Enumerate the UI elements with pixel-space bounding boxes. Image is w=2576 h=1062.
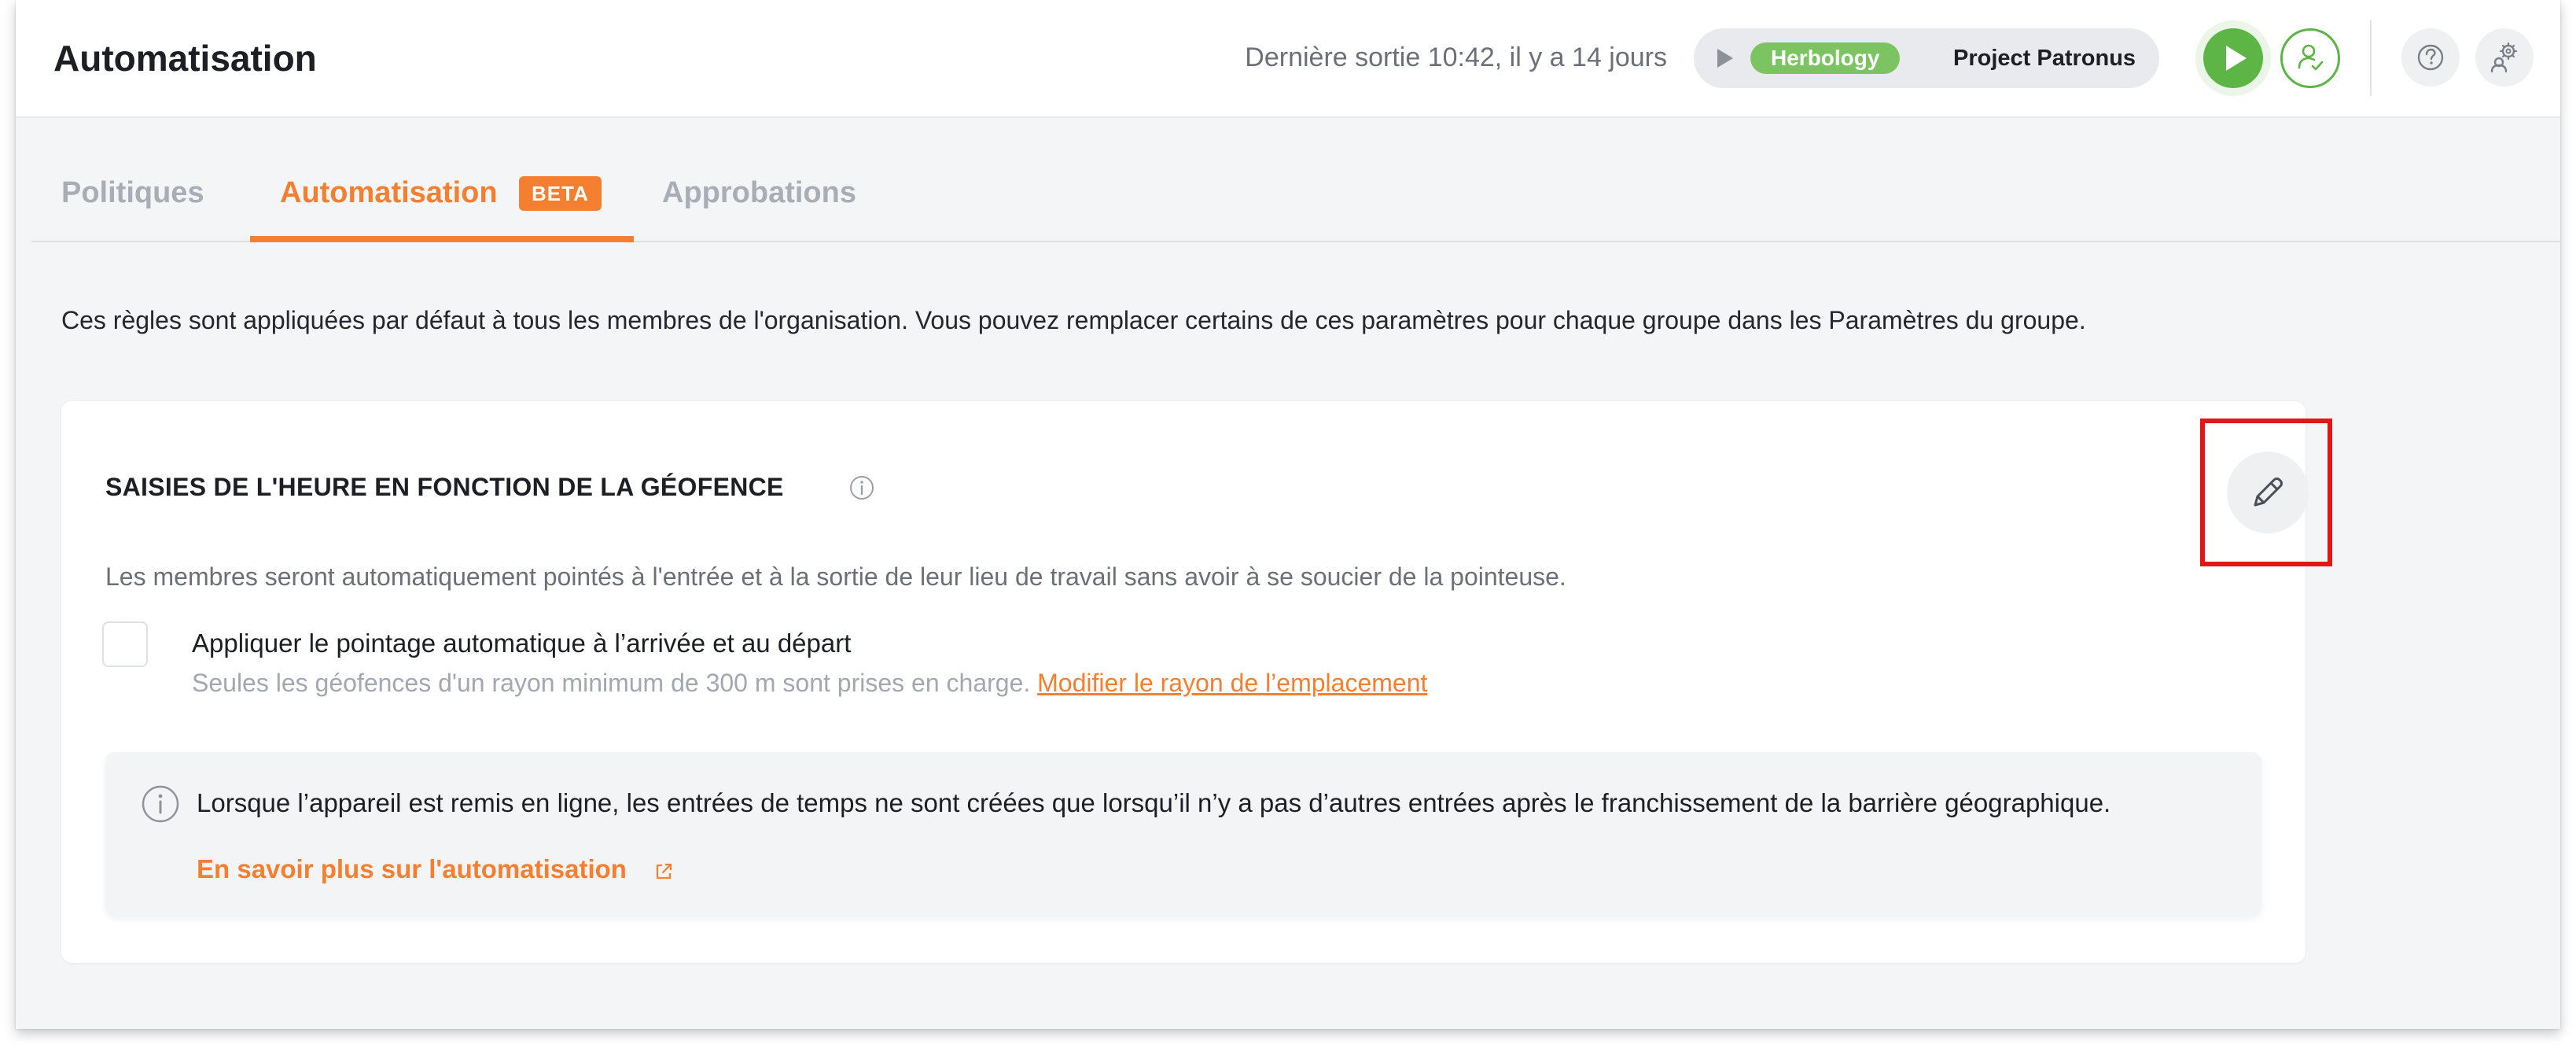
gear-user-icon <box>2490 42 2518 73</box>
auto-clock-checkbox[interactable] <box>102 621 148 667</box>
help-button[interactable] <box>2401 28 2460 87</box>
play-icon[interactable] <box>1717 49 1733 68</box>
geofence-radius-help-text: Seules les géofences d'un rayon minimum … <box>192 669 1038 697</box>
info-icon[interactable] <box>848 474 876 502</box>
automation-info-box: Lorsque l’appareil est remis en ligne, l… <box>105 752 2261 916</box>
settings-tabs: Politiques Automatisation BETA Approbati… <box>31 118 2560 242</box>
geofence-settings-card: SAISIES DE L'HEURE EN FONCTION DE LA GÉO… <box>61 401 2332 963</box>
active-tab-indicator <box>250 236 634 242</box>
section-title: SAISIES DE L'HEURE EN FONCTION DE LA GÉO… <box>105 473 784 501</box>
header-divider <box>2370 20 2372 96</box>
page-title: Automatisation <box>53 38 317 79</box>
last-clock-out-status: Dernière sortie 10:42, il y a 14 jours <box>1245 42 1667 72</box>
beta-badge: BETA <box>519 176 602 211</box>
timer-widget[interactable]: Herbology Project Patronus <box>1694 28 2159 88</box>
member-status-button[interactable] <box>2280 28 2340 88</box>
account-settings-button[interactable] <box>2475 28 2534 87</box>
geofence-radius-help: Seules les géofences d'un rayon minimum … <box>192 666 1427 700</box>
top-header: Automatisation Dernière sortie 10:42, il… <box>16 0 2560 118</box>
external-link-icon[interactable] <box>653 861 675 883</box>
pencil-icon <box>2254 478 2283 507</box>
play-icon <box>2226 46 2247 71</box>
start-timer-button[interactable] <box>2203 28 2263 88</box>
project-name[interactable]: Project Patronus <box>1953 42 2136 74</box>
tab-policies[interactable]: Politiques <box>61 173 204 212</box>
edit-location-radius-link[interactable]: Modifier le rayon de l’emplacement <box>1037 669 1427 697</box>
app-window: Automatisation Dernière sortie 10:42, il… <box>16 0 2560 1029</box>
info-icon <box>142 785 179 823</box>
project-chip[interactable]: Herbology <box>1750 42 1901 74</box>
tab-automation[interactable]: Automatisation <box>280 173 498 212</box>
edit-button[interactable] <box>2227 452 2309 533</box>
tab-approvals[interactable]: Approbations <box>662 173 856 212</box>
user-check-icon <box>2298 44 2324 71</box>
section-description: Les membres seront automatiquement point… <box>105 562 1566 591</box>
question-icon <box>2417 44 2444 71</box>
intro-text: Ces règles sont appliquées par défaut à … <box>61 306 2086 334</box>
auto-clock-label[interactable]: Appliquer le pointage automatique à l’ar… <box>192 626 851 661</box>
info-text: Lorsque l’appareil est remis en ligne, l… <box>197 788 2111 817</box>
learn-more-link[interactable]: En savoir plus sur l'automatisation <box>197 851 627 887</box>
